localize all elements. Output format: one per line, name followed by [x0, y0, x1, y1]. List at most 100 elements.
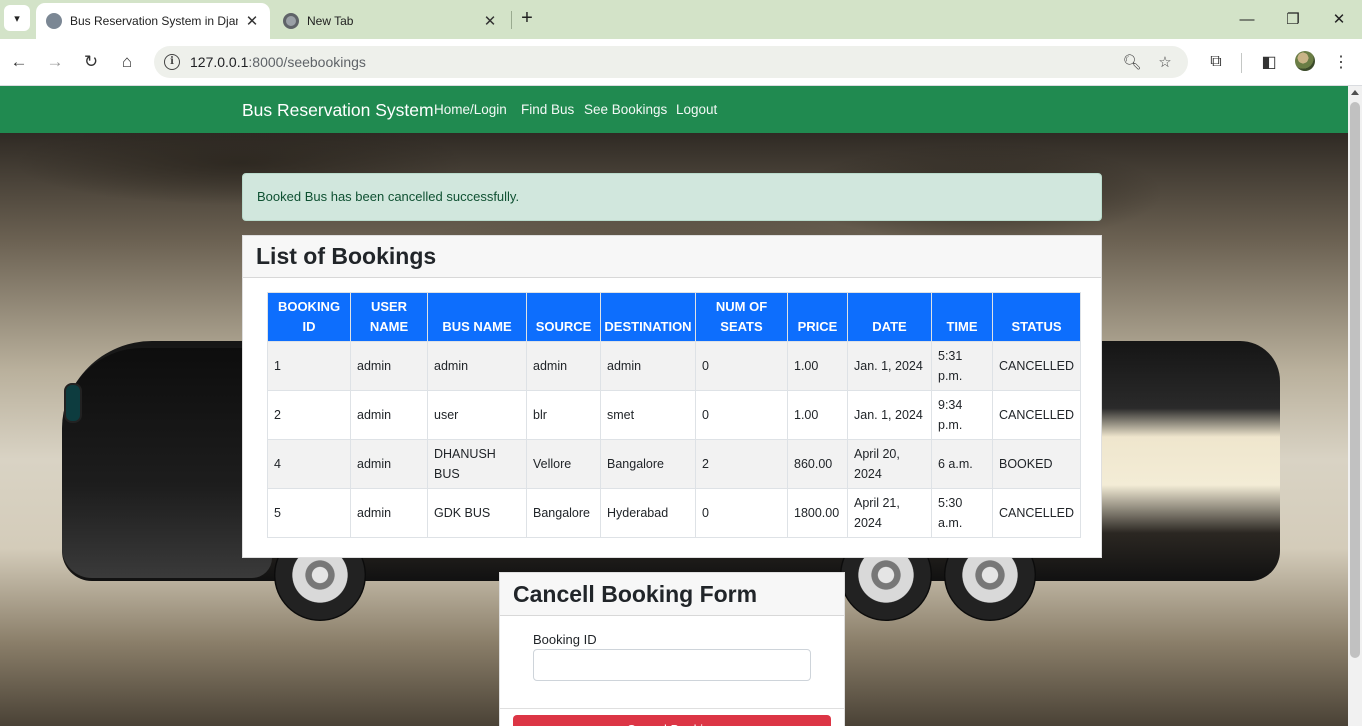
address-bar[interactable]: i 127.0.0.1:8000/seebookings 🔍︎ ☆: [154, 46, 1188, 78]
table-cell: 2: [267, 390, 351, 440]
table-cell: CANCELLED: [991, 488, 1082, 538]
table-cell: GDK BUS: [427, 488, 527, 538]
navbar-brand[interactable]: Bus Reservation System: [242, 100, 434, 121]
site-info-icon[interactable]: i: [164, 54, 180, 70]
column-header: SOURCE: [526, 292, 601, 342]
toolbar-divider: [1241, 53, 1242, 73]
side-panel-icon[interactable]: ◧: [1256, 49, 1282, 75]
table-cell: user: [427, 390, 527, 440]
table-cell: 5:30 a.m.: [931, 488, 993, 538]
bookings-table: BOOKING ID USER NAME BUS NAME SOURCE DES…: [267, 292, 1082, 538]
column-header: BUS NAME: [427, 292, 527, 342]
extensions-icon[interactable]: ⧉: [1203, 49, 1229, 75]
bookings-card: List of Bookings BOOKING ID USER NAME BU…: [242, 235, 1102, 558]
column-header: TIME: [931, 292, 993, 342]
chrome-icon: [283, 13, 299, 29]
success-alert: Booked Bus has been cancelled successful…: [242, 173, 1102, 221]
browser-toolbar: ← → ↻ ⌂ i 127.0.0.1:8000/seebookings 🔍︎ …: [0, 39, 1362, 86]
nav-link-home-login[interactable]: Home/Login: [434, 102, 507, 117]
table-cell: DHANUSH BUS: [427, 439, 527, 489]
table-row: 2 admin user blr smet 0 1.00 Jan. 1, 202…: [267, 390, 1082, 440]
close-tab-icon[interactable]: ✕: [242, 11, 262, 31]
table-cell: blr: [526, 390, 601, 440]
table-cell: admin: [600, 341, 696, 391]
table-cell: April 20, 2024: [847, 439, 932, 489]
page-scrollbar[interactable]: [1348, 86, 1362, 726]
tab-title: New Tab: [307, 14, 354, 28]
window-close-icon[interactable]: ✕: [1316, 6, 1362, 32]
table-cell: 0: [695, 488, 788, 538]
column-header: BOOKING ID: [267, 292, 351, 342]
table-cell: 1.00: [787, 390, 848, 440]
nav-link-find-bus[interactable]: Find Bus: [521, 102, 574, 117]
close-tab-icon[interactable]: ✕: [480, 11, 500, 31]
scrollbar-thumb[interactable]: [1350, 102, 1360, 658]
globe-icon: [46, 13, 62, 29]
table-cell: admin: [427, 341, 527, 391]
reload-icon[interactable]: ↻: [78, 49, 104, 75]
table-cell: 860.00: [787, 439, 848, 489]
cancel-booking-button[interactable]: Cancel Booking: [513, 715, 831, 726]
nav-link-logout[interactable]: Logout: [676, 102, 717, 117]
url-host: 127.0.0.1: [190, 54, 249, 70]
bus-mirror-illustration: [64, 383, 82, 423]
tab-divider: [511, 11, 512, 29]
column-header: STATUS: [991, 292, 1082, 342]
scroll-up-arrow-icon[interactable]: [1351, 90, 1359, 95]
booking-id-input[interactable]: [533, 649, 811, 681]
url-path: :8000/seebookings: [248, 54, 366, 70]
tab-new-tab[interactable]: New Tab ✕: [274, 3, 508, 39]
table-cell: 2: [695, 439, 788, 489]
bus-front-illustration: [62, 348, 272, 578]
table-cell: Jan. 1, 2024: [847, 341, 932, 391]
profile-avatar[interactable]: [1295, 51, 1315, 71]
table-cell: CANCELLED: [991, 390, 1082, 440]
bookmark-star-icon[interactable]: ☆: [1155, 52, 1175, 72]
table-cell: 1800.00: [787, 488, 848, 538]
column-header: DATE: [847, 292, 932, 342]
table-row: 5 admin GDK BUS Bangalore Hyderabad 0 18…: [267, 488, 1082, 538]
table-cell: admin: [350, 439, 428, 489]
menu-icon[interactable]: ⋮: [1328, 49, 1354, 75]
table-cell: admin: [350, 488, 428, 538]
table-cell: 0: [695, 341, 788, 391]
column-header: NUM OF SEATS: [695, 292, 788, 342]
table-cell: admin: [350, 390, 428, 440]
column-header: PRICE: [787, 292, 848, 342]
table-cell: admin: [350, 341, 428, 391]
site-navbar: Bus Reservation System Home/Login Find B…: [0, 86, 1348, 133]
home-icon[interactable]: ⌂: [114, 49, 140, 75]
table-cell: 6 a.m.: [931, 439, 993, 489]
table-cell: Bangalore: [526, 488, 601, 538]
table-cell: Jan. 1, 2024: [847, 390, 932, 440]
table-cell: 0: [695, 390, 788, 440]
zoom-icon[interactable]: 🔍︎: [1122, 52, 1142, 72]
url-text[interactable]: 127.0.0.1:8000/seebookings: [190, 54, 366, 70]
cancel-form-title: Cancell Booking Form: [500, 573, 844, 616]
form-divider: [500, 708, 844, 709]
table-cell: Hyderabad: [600, 488, 696, 538]
column-header: USER NAME: [350, 292, 428, 342]
forward-icon[interactable]: →: [42, 49, 68, 75]
table-cell: 9:34 p.m.: [931, 390, 993, 440]
nav-link-see-bookings[interactable]: See Bookings: [584, 102, 667, 117]
table-cell: smet: [600, 390, 696, 440]
tab-bus-reservation[interactable]: Bus Reservation System in Djan ✕: [36, 3, 270, 39]
table-row: 1 admin admin admin admin 0 1.00 Jan. 1,…: [267, 341, 1082, 391]
tab-title: Bus Reservation System in Djan: [70, 14, 238, 28]
table-cell: Vellore: [526, 439, 601, 489]
table-cell: 1.00: [787, 341, 848, 391]
restore-icon[interactable]: ❐: [1270, 6, 1316, 32]
table-cell: 4: [267, 439, 351, 489]
table-cell: admin: [526, 341, 601, 391]
table-cell: April 21, 2024: [847, 488, 932, 538]
tab-search-icon[interactable]: ▾: [4, 5, 30, 31]
table-cell: BOOKED: [991, 439, 1082, 489]
table-cell: 1: [267, 341, 351, 391]
minimize-icon[interactable]: —: [1224, 6, 1270, 32]
column-header: DESTINATION: [600, 292, 696, 342]
table-cell: 5: [267, 488, 351, 538]
new-tab-plus-icon[interactable]: +: [516, 8, 538, 30]
table-cell: CANCELLED: [991, 341, 1082, 391]
back-icon[interactable]: ←: [6, 49, 32, 75]
